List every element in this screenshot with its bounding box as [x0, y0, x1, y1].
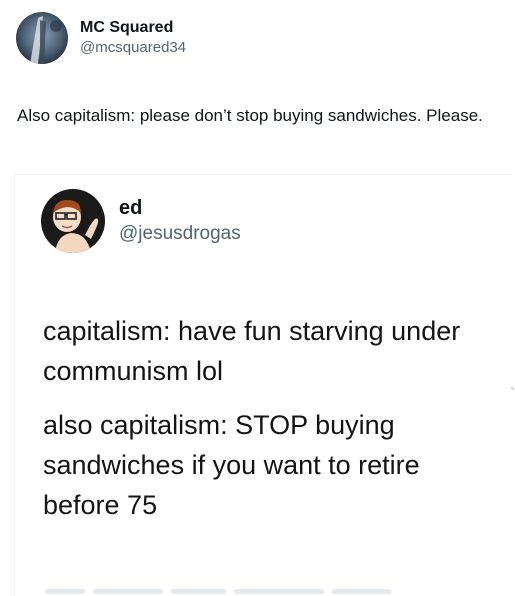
embedded-paragraph: capitalism: have fun starving under comm…: [43, 316, 461, 386]
embedded-tweet-image: ed @jesusdrogas capitalism: have fun sta…: [14, 174, 514, 596]
separator-dot: [511, 387, 514, 390]
remnant-segment: [93, 589, 163, 594]
tweet-header: MC Squared @mcsquared34: [16, 12, 186, 64]
author-display-name[interactable]: MC Squared: [80, 18, 186, 38]
cartoon-avatar-icon: [41, 189, 105, 253]
remnant-segment: [45, 589, 85, 594]
remnant-segment: [171, 589, 226, 594]
tweet-card: MC Squared @mcsquared34 Also capitalism:…: [0, 0, 515, 596]
author-info: MC Squared @mcsquared34: [80, 18, 186, 58]
author-handle[interactable]: @mcsquared34: [80, 38, 186, 58]
remnant-segment: [234, 589, 324, 594]
embedded-paragraph: also capitalism: STOP buying sandwiches …: [43, 410, 420, 520]
embedded-tweet-text: capitalism: have fun starving under comm…: [43, 311, 493, 539]
embedded-author-handle: @jesusdrogas: [119, 223, 241, 244]
tweet-text: Also capitalism: please don’t stop buyin…: [17, 106, 483, 125]
embedded-tweet-header: ed @jesusdrogas: [41, 189, 241, 253]
profile-avatar-icon[interactable]: [16, 12, 68, 64]
cropped-text-remnant: [45, 589, 435, 596]
embedded-author-info: ed @jesusdrogas: [119, 195, 241, 247]
embedded-author-display-name: ed: [119, 197, 143, 219]
remnant-segment: [332, 589, 392, 594]
